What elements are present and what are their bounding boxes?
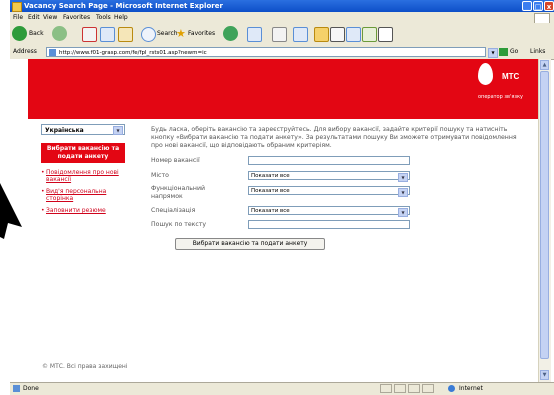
favorites-star-icon[interactable]: ★: [176, 25, 186, 42]
window-title: Vacancy Search Page - Microsoft Internet…: [24, 2, 223, 10]
go-arrow-icon[interactable]: [499, 48, 508, 56]
bullet-icon: •: [41, 169, 45, 176]
address-url: http://www.f01-grasp.com/fe/fpl_rsts01.a…: [59, 50, 207, 56]
vacancy-number-input[interactable]: [248, 156, 410, 165]
status-bar: Done Internet: [10, 382, 554, 395]
page-icon: [49, 49, 56, 56]
minimize-button[interactable]: _: [522, 1, 532, 11]
home-icon[interactable]: [118, 27, 133, 42]
search-icon[interactable]: [141, 27, 156, 42]
menu-view[interactable]: View: [43, 13, 57, 22]
status-segment: [422, 384, 434, 393]
menu-tools[interactable]: Tools: [96, 13, 111, 22]
folder-icon[interactable]: [314, 27, 329, 42]
address-bar: Address http://www.f01-grasp.com/fe/fpl_…: [10, 45, 554, 60]
internet-zone-icon: [448, 385, 455, 392]
mouse-cursor-icon: [0, 183, 22, 241]
text-search-input[interactable]: [248, 220, 410, 229]
status-text: Done: [23, 385, 39, 392]
scroll-down-icon[interactable]: ▼: [540, 370, 549, 380]
field-label-text-search: Пошук по тексту: [151, 221, 207, 228]
menu-favorites[interactable]: Favorites: [63, 13, 90, 22]
address-label: Address: [13, 48, 37, 55]
messenger-icon[interactable]: [346, 27, 361, 42]
menu-help[interactable]: Help: [114, 13, 128, 22]
links-button[interactable]: Links: [530, 48, 545, 55]
language-select[interactable]: Українська ▼: [41, 124, 125, 135]
specialization-select-value: Показати все: [251, 208, 290, 214]
field-label-specialization: Спеціалізація: [151, 207, 196, 214]
language-select-value: Українська: [45, 127, 84, 134]
specialization-select[interactable]: Показати все ▼: [248, 206, 410, 217]
sidebar-link-new-vacancies[interactable]: Повідомлення про нові вакансії: [46, 169, 126, 183]
brand-name: МТС: [502, 72, 520, 81]
address-input[interactable]: http://www.f01-grasp.com/fe/fpl_rsts01.a…: [46, 47, 486, 57]
ie-app-icon: [12, 2, 22, 12]
intro-text: Будь ласка, оберіть вакансію та зареєстр…: [151, 126, 517, 149]
bullet-icon: •: [41, 207, 45, 214]
bullet-icon: •: [41, 188, 45, 195]
field-label-function: Функціональний напрямок: [151, 185, 206, 200]
stop-icon[interactable]: [82, 27, 97, 42]
chevron-down-icon: ▼: [113, 126, 123, 135]
apply-vacancy-button[interactable]: Вибрати вакансію та подати анкету: [41, 143, 125, 163]
sidebar-link-fill-resume[interactable]: Заповнити резюме: [46, 207, 126, 214]
zone-text: Internet: [459, 385, 483, 392]
title-bar: Vacancy Search Page - Microsoft Internet…: [10, 0, 554, 12]
function-select[interactable]: Показати все ▼: [248, 186, 410, 197]
brand-slogan: оператор зв'язку: [478, 94, 524, 100]
go-button[interactable]: Go: [510, 48, 518, 55]
favorites-button[interactable]: Favorites: [188, 25, 215, 42]
chevron-down-icon: ▼: [398, 208, 408, 217]
mts-logo-icon: [478, 63, 493, 85]
back-button[interactable]: Back: [29, 25, 44, 42]
history-icon[interactable]: [223, 26, 238, 41]
close-button[interactable]: x: [544, 1, 554, 11]
page-content: МТС оператор зв'язку Українська ▼ Вибрат…: [10, 59, 538, 382]
field-label-vacancy-number: Номер вакансії: [151, 157, 200, 164]
forward-arrow-icon[interactable]: [52, 26, 67, 41]
search-button[interactable]: Search: [157, 25, 178, 42]
status-segment: [380, 384, 392, 393]
scroll-up-icon[interactable]: ▲: [540, 60, 549, 70]
menu-file[interactable]: File: [13, 13, 23, 22]
vertical-scrollbar[interactable]: ▲ ▼: [538, 59, 551, 382]
city-select-value: Показати все: [251, 173, 290, 179]
research-icon[interactable]: [362, 27, 377, 42]
word-icon[interactable]: [330, 27, 345, 42]
print-icon[interactable]: [272, 27, 287, 42]
scroll-thumb[interactable]: [540, 71, 549, 359]
field-label-city: Місто: [151, 172, 169, 179]
media-icon[interactable]: [378, 27, 393, 42]
copyright-text: © МТС. Всі права захищені: [42, 363, 128, 370]
mail-icon[interactable]: [247, 27, 262, 42]
sidebar-link-personal-page[interactable]: Вид'я персональна сторінка: [46, 188, 126, 202]
page-done-icon: [13, 385, 20, 392]
status-segment: [408, 384, 420, 393]
function-select-value: Показати все: [251, 188, 290, 194]
submit-vacancy-button[interactable]: Вибрати вакансію та подати анкету: [175, 238, 325, 250]
chevron-down-icon: ▼: [398, 173, 408, 182]
toolbar: Back Search ★ Favorites: [10, 23, 554, 46]
maximize-button[interactable]: □: [533, 1, 543, 11]
chevron-down-icon: ▼: [398, 188, 408, 197]
mts-header-banner: МТС оператор зв'язку: [28, 59, 538, 119]
edit-icon[interactable]: [293, 27, 308, 42]
refresh-icon[interactable]: [100, 27, 115, 42]
menu-edit[interactable]: Edit: [28, 13, 40, 22]
back-arrow-icon[interactable]: [12, 26, 27, 41]
address-dropdown-icon[interactable]: ▼: [488, 48, 498, 58]
city-select[interactable]: Показати все ▼: [248, 171, 410, 182]
status-segment: [394, 384, 406, 393]
